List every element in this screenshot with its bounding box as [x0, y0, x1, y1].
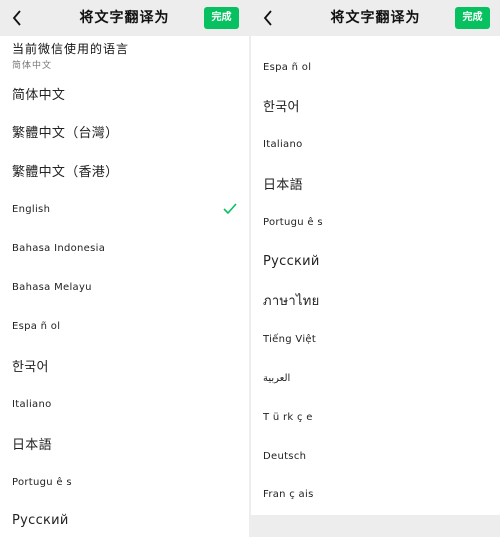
language-item-label: Fran ç ais — [263, 489, 314, 501]
current-language-value: 简体中文 — [12, 61, 53, 71]
list-footer — [251, 515, 500, 537]
language-item-label: ภาษาไทย — [263, 293, 320, 309]
language-item-label: 한국어 — [263, 100, 300, 116]
language-item[interactable]: Italiano — [263, 126, 500, 164]
language-item-label: Deutsch — [263, 450, 307, 462]
language-item-label: Русский — [263, 254, 320, 269]
language-item[interactable]: Espa ñ ol — [12, 307, 249, 345]
language-item[interactable]: 繁體中文（台灣） — [12, 113, 249, 151]
language-item-label: T ü rk ç e — [263, 411, 313, 423]
language-item-label: العربية — [263, 372, 291, 384]
language-item-label: Portugu ê s — [263, 217, 323, 229]
nav-bar: 将文字翻译为 完成 — [251, 0, 500, 36]
language-item-label: English — [12, 204, 51, 216]
language-item[interactable]: Deutsch — [263, 437, 500, 475]
language-item[interactable]: Italiano — [12, 385, 249, 423]
current-language-title: 当前微信使用的语言 — [12, 42, 130, 56]
language-item-label: Tiếng Việt — [263, 333, 317, 345]
language-item[interactable]: العربية — [263, 359, 500, 397]
language-item-label: Русский — [12, 513, 69, 529]
language-item-label: 日本語 — [263, 178, 303, 194]
language-item-label: Italiano — [12, 398, 52, 410]
language-item-label: Bahasa Melayu — [12, 282, 92, 293]
language-item-label: Espa ñ ol — [12, 320, 61, 332]
language-item[interactable]: Espa ñ ol — [263, 48, 500, 86]
language-item[interactable]: Portugu ê s — [12, 463, 249, 501]
done-button[interactable]: 完成 — [455, 7, 490, 29]
language-panel-right: 将文字翻译为 完成 Espa ñ ol 한국어 Italiano 日本語 Portugu… — [251, 0, 500, 537]
language-item[interactable]: Bahasa Indonesia — [12, 230, 249, 268]
language-item-label: 日本語 — [12, 437, 52, 453]
done-button[interactable]: 完成 — [204, 7, 239, 29]
language-item-label: 한국어 — [12, 359, 49, 375]
language-item[interactable]: 简体中文 — [12, 74, 249, 112]
language-item[interactable]: 한국어 — [263, 87, 500, 125]
language-item[interactable]: T ü rk ç e — [263, 398, 500, 436]
language-item-label: Bahasa Indonesia — [12, 243, 106, 255]
language-item[interactable]: Fran ç ais — [263, 476, 500, 514]
language-item-label: Portugu ê s — [12, 476, 72, 488]
language-item[interactable]: 日本語 — [263, 165, 500, 203]
language-item[interactable]: 한국어 — [12, 346, 249, 384]
language-panel-left: 将文字翻译为 完成 当前微信使用的语言 简体中文 简体中文繁體中文（台灣） 繁體中… — [0, 0, 249, 537]
language-item-label: Espa ñ ol — [263, 61, 312, 73]
language-item[interactable]: 繁體中文（香港） — [12, 152, 249, 190]
language-item[interactable]: Bahasa Melayu — [12, 269, 249, 307]
language-item[interactable]: Portugu ê s — [263, 204, 500, 242]
language-item[interactable]: Русский — [263, 243, 500, 281]
language-item[interactable]: Русский — [12, 502, 249, 537]
language-item[interactable]: English — [12, 191, 249, 229]
language-item-label: 繁體中文（香港） — [12, 165, 119, 181]
language-item[interactable]: ภาษาไทย — [263, 281, 500, 319]
nav-bar: 将文字翻译为 完成 — [0, 0, 249, 36]
current-language: 当前微信使用的语言 简体中文 — [12, 40, 129, 71]
language-item[interactable]: 日本語 — [12, 424, 249, 462]
language-item-label: Italiano — [263, 139, 303, 151]
language-item[interactable]: Tiếng Việt — [263, 320, 500, 358]
language-item-label: 繁體中文（台灣） — [12, 126, 119, 142]
checkmark-icon — [223, 203, 237, 214]
language-item-label: 简体中文 — [12, 87, 66, 103]
